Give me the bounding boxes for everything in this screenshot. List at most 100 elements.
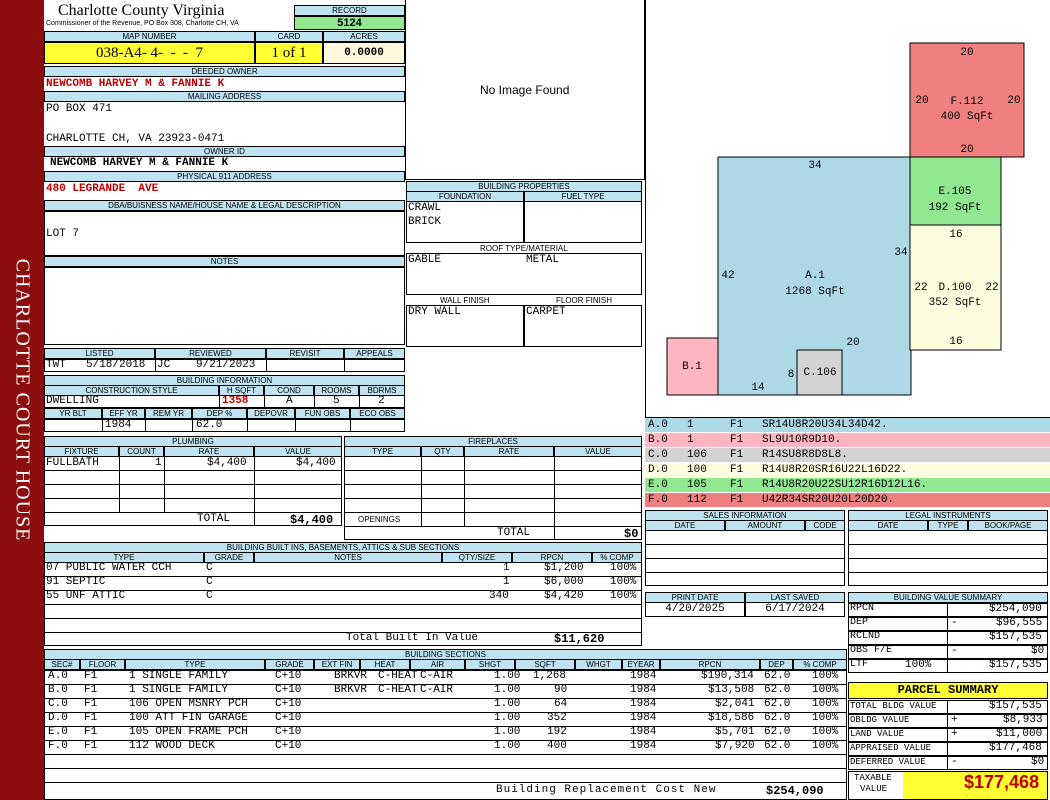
section-cell: 105 OPEN FRAME PCH [129,726,248,738]
section-cell: $2,041 [715,698,755,710]
section-col-header: AIR [410,659,465,670]
mailing-line-1: PO BOX 471 [46,103,113,115]
parcel-label: DEFERRED VALUE [850,757,926,767]
value-summary-sign: 100% [905,659,932,671]
section-cell: 1984 [630,726,657,738]
value-summary-sign: - [951,617,958,629]
section-col-header: EYEAR [622,659,660,670]
section-cell: 62.0 [764,712,791,724]
legend-cell: A.0 [648,419,668,431]
section-cell: 62.0 [764,698,791,710]
deeded-owner-label: DEEDED OWNER [44,66,405,77]
sketch-label-a1: A.1 [805,270,825,282]
parcel-sign: + [951,714,958,726]
deeded-owner: NEWCOMB HARVEY M & FANNIE K [46,78,225,90]
legend-cell: SL9U10R9D10. [762,434,842,446]
mailing-line-2: CHARLOTTE CH, VA 23923-0471 [46,133,225,145]
legend-cell: U42R34SR20U20L20D20. [762,494,895,506]
section-cell: 64 [554,698,568,710]
builtin-cell: 07 PUBLIC WATER CCH [46,562,172,574]
section-cell: 1.00 [494,684,521,696]
dep-label: DEP % [192,408,247,419]
replacement-label: Building Replacement Cost New [496,784,717,796]
value-summary-value: $0 [1031,645,1045,657]
section-col-header: HEAT [360,659,410,670]
sketch-dimension: 16 [949,336,962,348]
sketch-dimension: 20 [846,337,859,349]
sketch-dimension: 22 [985,282,998,294]
row-divider [44,768,847,769]
openings-label: OPENINGS [358,515,401,524]
sidebar-label: CHARLOTTE COURT HOUSE [11,258,34,542]
divider [947,617,948,631]
plumbing-rate: $4,400 [207,457,247,469]
cond: A [286,395,293,407]
wall-finish: DRY WALL [408,306,461,318]
foundation-2: BRICK [408,216,442,228]
section-cell: F1 [84,740,98,752]
taxable-value: $177,468 [964,772,1040,792]
parcel-value: $157,535 [989,700,1042,712]
section-col-header: WHGT [575,659,622,670]
owner-id-label: OWNER ID [44,146,405,157]
value-summary-value: $254,090 [989,603,1042,615]
legend-cell: C.0 [648,449,668,461]
fireplace-total-label: TOTAL [497,527,531,539]
sketch-label-e105: E.105 [938,186,971,198]
section-cell: C+10 [275,726,302,738]
section-col-header: SEC# [44,659,80,670]
section-cell: F.0 [48,740,68,752]
row-divider [44,754,847,755]
builtin-cell: 100% [610,562,637,574]
sketch-dimension: 14 [751,382,765,394]
legend-cell: 105 [687,479,707,491]
builtin-cell: 91 SEPTIC [46,576,106,588]
sketch-dimension: 20 [915,95,928,107]
section-cell: D.0 [48,712,68,724]
section-cell: $18,586 [708,712,755,724]
listed-date: 5/18/2018 [86,359,146,371]
section-col-header: GRADE [265,659,314,670]
parcel-value: $0 [1031,756,1045,768]
yrblt-label: YR BLT [44,408,102,419]
legend-cell: SR14U8R20U34L34D42. [762,419,888,431]
section-cell: 62.0 [764,726,791,738]
divider [947,714,948,728]
sketch-area-e105: 192 SqFt [929,202,982,214]
revisit-label: REVISIT [266,348,344,359]
sketch-area-f112: 400 SqFt [941,111,994,123]
sketch-dimension: 42 [721,270,734,282]
section-cell: F1 [84,670,98,682]
row-divider [44,782,847,783]
reviewed-label: REVIEWED [155,348,266,359]
divider [947,659,948,673]
sketch-dimension: 34 [808,160,822,172]
legal-description: LOT 7 [46,228,80,240]
section-cell: 106 OPEN MSNRY PCH [129,698,248,710]
legend-cell: 1 [687,434,694,446]
hsqft: 1358 [222,395,249,407]
remyr-label: REM YR [145,408,192,419]
legal-description-box [44,211,405,256]
sketch-dimension: 16 [949,229,962,241]
section-cell: 100% [812,726,839,738]
section-cell: 1 SINGLE FAMILY [129,670,229,682]
section-cell: 1.00 [494,712,521,724]
notes-box [44,267,405,345]
section-cell: 62.0 [764,684,791,696]
section-cell: 1984 [630,740,657,752]
listed-by: TWT [46,359,66,371]
taxable-label-2: VALUE [860,784,888,794]
wall-finish-label: WALL FINISH [440,296,490,305]
value-summary-label: LTF [850,659,869,670]
plumbing-count: 1 [155,457,162,469]
section-cell: 1.00 [494,698,521,710]
section-cell: 100% [812,670,839,682]
section-cell: C-AIR [420,684,454,696]
fireplace-total: $0 [624,527,639,541]
section-cell: F1 [84,698,98,710]
sketch-dimension: 20 [1007,95,1020,107]
section-cell: BRKVR [334,684,368,696]
builtin-cell: $1,200 [544,562,584,574]
section-cell: 400 [547,740,567,752]
